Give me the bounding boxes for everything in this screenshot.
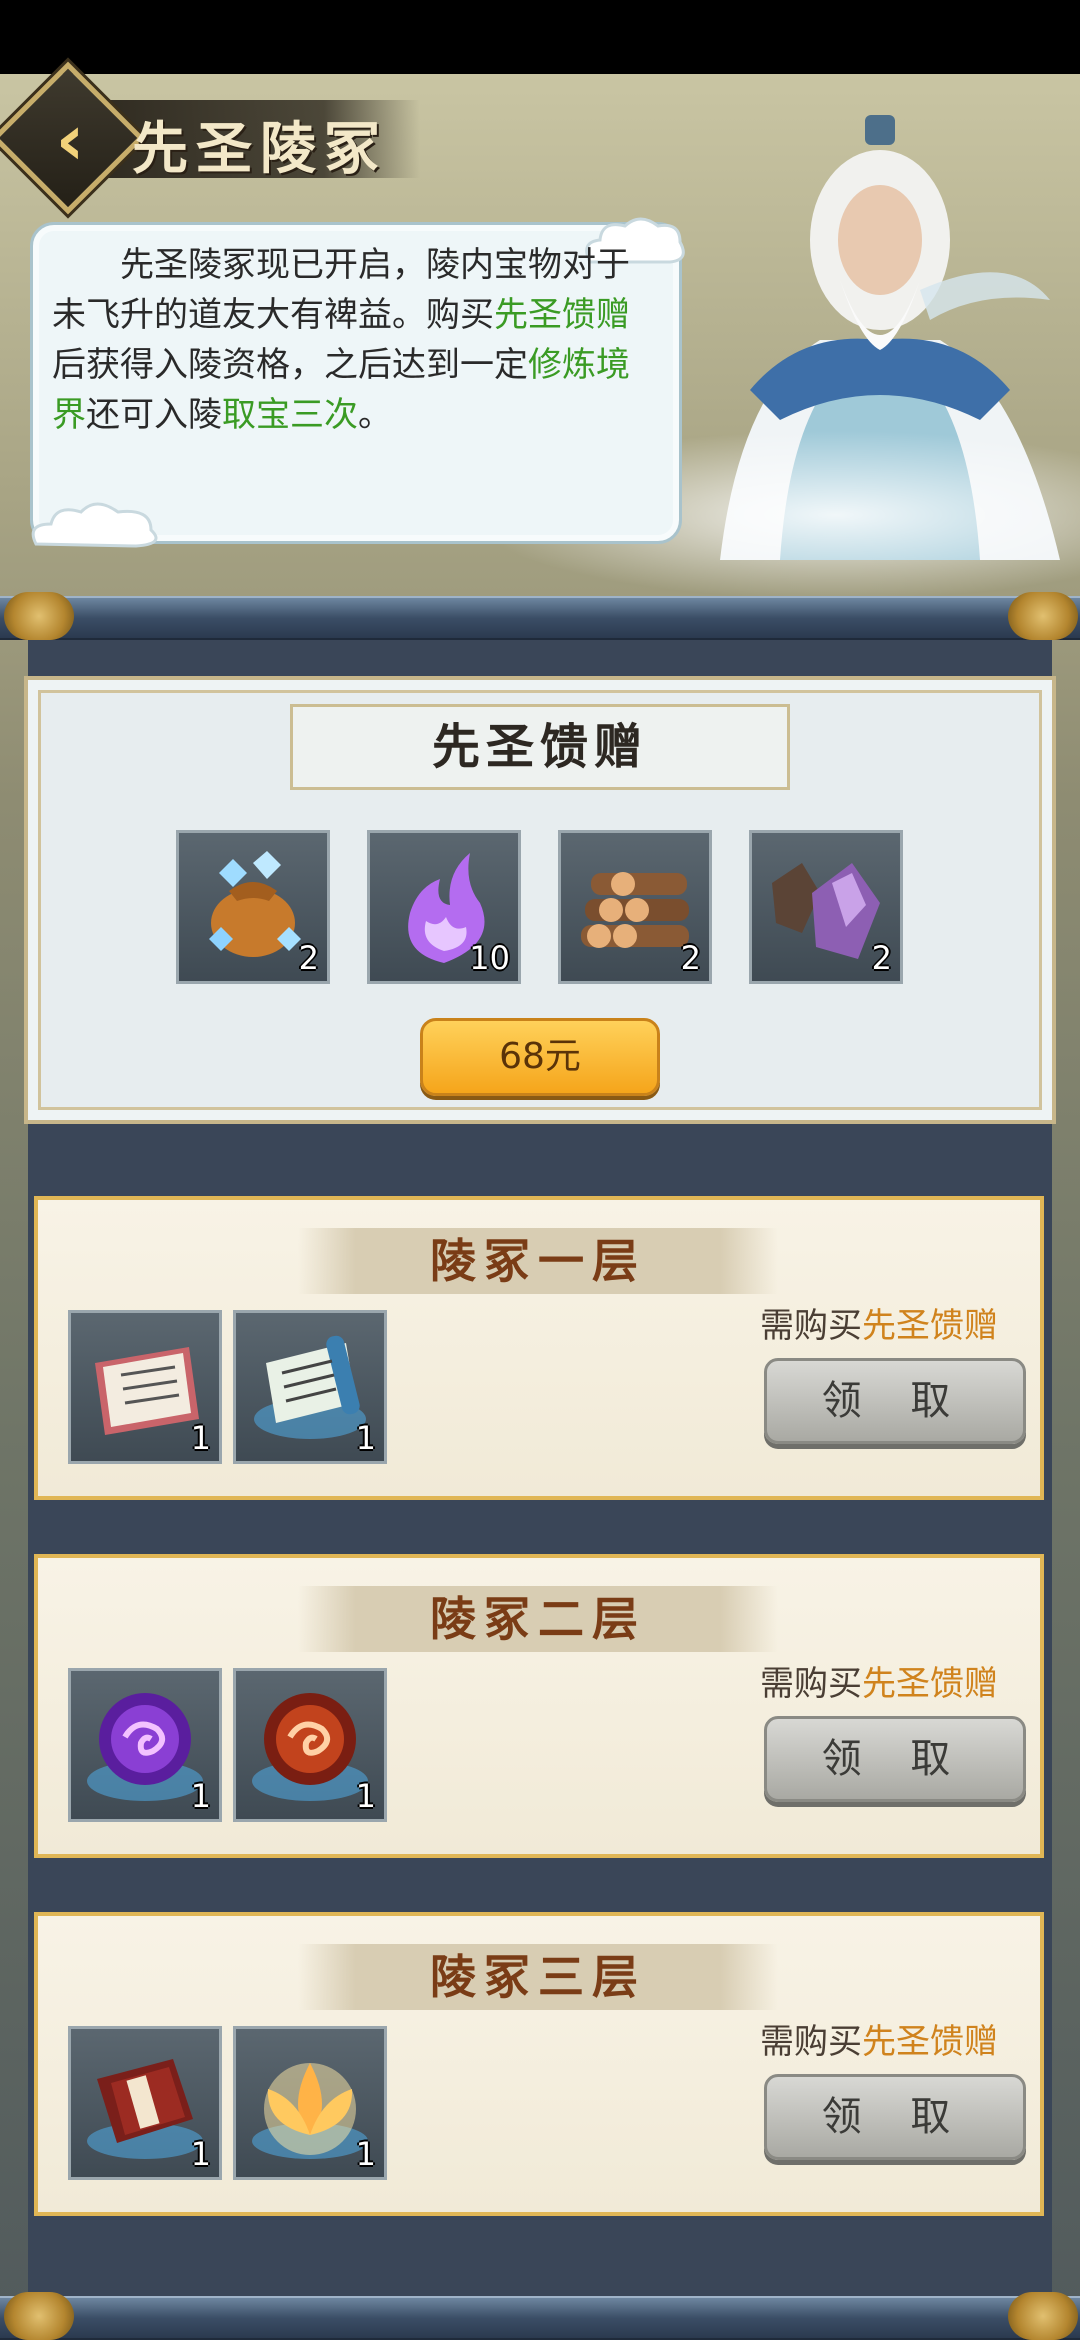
item-count: 2 (680, 939, 701, 977)
item-count: 1 (190, 1419, 211, 1457)
page-title: 先圣陵冢 (132, 116, 388, 182)
intro-text: 先圣陵冢现已开启，陵内宝物对于未飞升的道友大有裨益。购买先圣馈赠后获得入陵资格，… (52, 240, 658, 440)
scroll-rod-bottom (0, 2296, 1080, 2340)
scroll-cap-icon (4, 592, 74, 640)
claim-button[interactable]: 领 取 (764, 1358, 1026, 1444)
item-count: 1 (355, 2135, 376, 2173)
back-arrow-icon[interactable]: ‹ (40, 105, 100, 175)
scroll-rod-top (0, 596, 1080, 640)
scroll-cap-icon (1008, 592, 1078, 640)
item-count: 1 (355, 1777, 376, 1815)
requirement-prefix: 需购买 (760, 2022, 862, 2062)
scroll-cap-icon (1008, 2292, 1078, 2340)
intro-text-part: 后获得入陵资格，之后达到一定 (52, 345, 528, 385)
requirement-prefix: 需购买 (760, 1664, 862, 1704)
scroll-cap-icon (4, 2292, 74, 2340)
purchase-requirement: 需购买先圣馈赠 (760, 1656, 1020, 1705)
tier-title: 陵冢三层 (430, 1950, 646, 2004)
cloud-icon (31, 502, 158, 548)
purchase-requirement: 需购买先圣馈赠 (760, 2014, 1020, 2063)
claim-button[interactable]: 领 取 (764, 2074, 1026, 2160)
gift-item-purple-flame[interactable]: 10 (367, 830, 521, 984)
buy-gift-button[interactable]: 68元 (420, 1018, 660, 1096)
status-bar (0, 0, 1080, 74)
tier-item-purple-orb[interactable]: 1 (68, 1668, 222, 1822)
claim-button[interactable]: 领 取 (764, 1716, 1026, 1802)
requirement-link: 先圣馈赠 (862, 1306, 998, 1346)
item-count: 2 (298, 939, 319, 977)
tier-item-paper-note[interactable]: 1 (68, 1310, 222, 1464)
item-count: 1 (355, 1419, 376, 1457)
tier-item-red-book[interactable]: 1 (68, 2026, 222, 2180)
gift-item-wood-logs[interactable]: 2 (558, 830, 712, 984)
item-count: 1 (190, 1777, 211, 1815)
tier-title: 陵冢二层 (430, 1592, 646, 1646)
treasure-times-link: 取宝三次 (222, 395, 358, 435)
item-count: 2 (871, 939, 892, 977)
intro-text-part: 。 (358, 395, 392, 435)
tier-item-red-orb[interactable]: 1 (233, 1668, 387, 1822)
requirement-link: 先圣馈赠 (862, 2022, 998, 2062)
purchase-requirement: 需购买先圣馈赠 (760, 1298, 1020, 1347)
tier-title: 陵冢一层 (430, 1234, 646, 1288)
item-count: 10 (469, 939, 510, 977)
item-count: 1 (190, 2135, 211, 2173)
requirement-prefix: 需购买 (760, 1306, 862, 1346)
tier-item-lotus[interactable]: 1 (233, 2026, 387, 2180)
gift-item-spirit-stone-bag[interactable]: 2 (176, 830, 330, 984)
gift-link: 先圣馈赠 (494, 295, 630, 335)
intro-text-part: 还可入陵 (86, 395, 222, 435)
gift-item-purple-ore[interactable]: 2 (749, 830, 903, 984)
tier-item-blue-scroll[interactable]: 1 (233, 1310, 387, 1464)
gift-title: 先圣馈赠 (431, 719, 648, 775)
requirement-link: 先圣馈赠 (862, 1664, 998, 1704)
